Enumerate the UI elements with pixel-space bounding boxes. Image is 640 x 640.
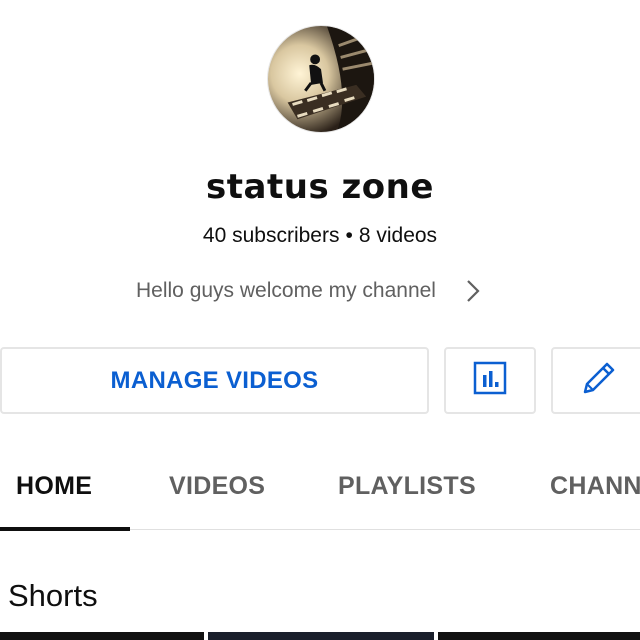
shorts-section-title: Shorts: [8, 578, 98, 613]
subscriber-count: 40 subscribers: [202, 224, 340, 247]
channel-tabs: HOME VIDEOS PLAYLISTS CHANN: [0, 458, 640, 531]
video-count: 8 videos: [358, 224, 438, 247]
short-thumbnail[interactable]: [438, 632, 640, 640]
short-thumbnail[interactable]: [208, 632, 434, 640]
channel-stats: 40 subscribers • 8 videos: [0, 222, 640, 250]
analytics-button[interactable]: [444, 347, 536, 414]
avatar-image: [268, 26, 374, 132]
tab-playlists[interactable]: PLAYLISTS: [338, 472, 476, 501]
channel-description[interactable]: Hello guys welcome my channel: [136, 276, 484, 306]
edit-channel-button[interactable]: [551, 347, 640, 414]
pencil-icon: [580, 359, 618, 402]
channel-title: status zone: [206, 167, 434, 207]
tab-home[interactable]: HOME: [16, 472, 92, 501]
tab-channels[interactable]: CHANN: [550, 472, 640, 501]
chevron-right-icon: [462, 278, 484, 304]
channel-avatar[interactable]: [267, 25, 375, 133]
analytics-icon: [473, 361, 507, 400]
short-thumbnail[interactable]: [0, 632, 204, 640]
manage-videos-button[interactable]: MANAGE VIDEOS: [0, 347, 429, 414]
tab-videos[interactable]: VIDEOS: [169, 472, 265, 501]
description-text: Hello guys welcome my channel: [136, 279, 436, 302]
active-tab-indicator: [0, 527, 130, 531]
stats-separator: •: [345, 224, 353, 247]
